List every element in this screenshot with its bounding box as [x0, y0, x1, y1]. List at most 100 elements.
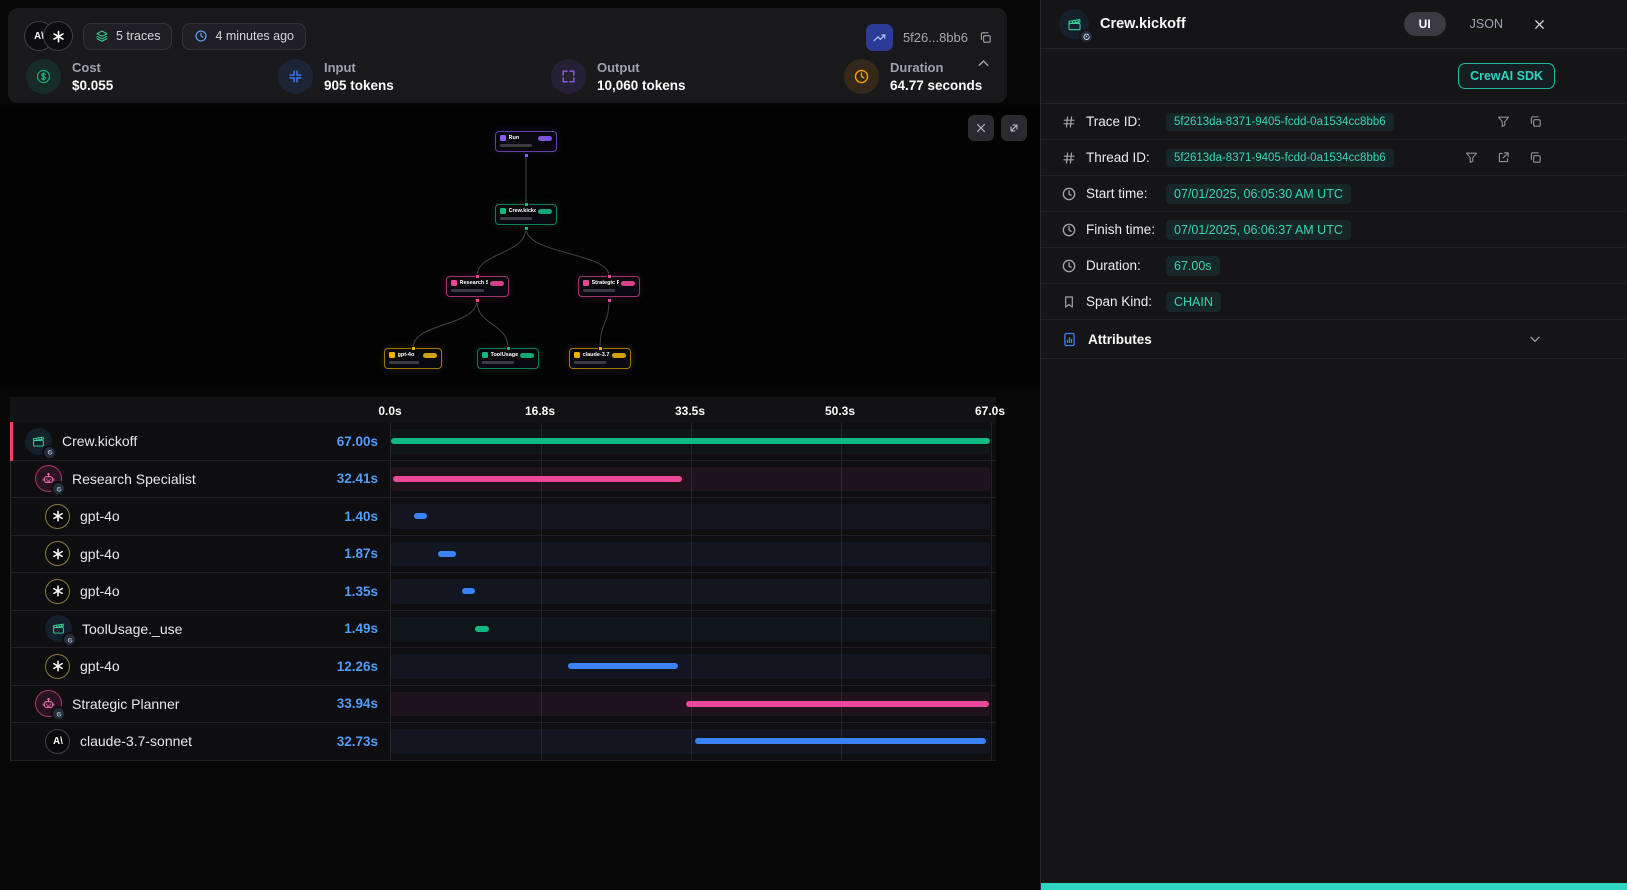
detail-value: 5f2613da-8371-9405-fcdd-0a1534cc8bb6 — [1166, 149, 1394, 167]
graph-node-gpt-4o[interactable]: gpt-4o — [384, 348, 442, 369]
duration-bar — [695, 738, 986, 744]
node-type-icon — [389, 352, 395, 358]
copy-icon[interactable] — [1528, 114, 1543, 129]
table-row[interactable]: gpt-4o1.40s — [11, 498, 996, 536]
node-subtitle — [389, 361, 419, 364]
detail-row-span-kind: Span Kind:CHAIN — [1041, 284, 1627, 320]
close-icon — [974, 121, 988, 135]
span-name: Research Specialist — [72, 471, 327, 487]
row-label-cell: gpt-4o1.87s — [11, 536, 391, 573]
crew-icon — [45, 615, 72, 642]
bar-track — [391, 579, 990, 604]
row-chart-cell — [391, 686, 990, 723]
metric-cost: Cost$0.055 — [26, 59, 113, 94]
metric-value: $0.055 — [72, 78, 113, 93]
table-row[interactable]: A\claude-3.7-sonnet32.73s — [11, 723, 996, 761]
graph-expand-button[interactable] — [1001, 115, 1027, 141]
node-subtitle — [583, 289, 615, 292]
graph-controls — [968, 115, 1027, 141]
node-type-icon — [574, 352, 580, 358]
clock-icon — [1061, 186, 1077, 202]
graph-port — [524, 226, 529, 231]
detail-label: Span Kind: — [1086, 294, 1166, 309]
table-row[interactable]: Strategic Planner33.94s — [11, 686, 996, 724]
graph-node-crew-kickoff[interactable]: Crew.kickoff — [495, 204, 557, 225]
span-duration: 67.00s — [337, 434, 378, 449]
tab-json[interactable]: JSON — [1470, 17, 1503, 31]
chevron-up-icon[interactable] — [975, 55, 992, 72]
graph-node-claude-3-7-sonnet[interactable]: claude-3.7-sonnet — [569, 348, 631, 369]
graph-port — [475, 298, 480, 303]
copy-icon[interactable] — [978, 30, 993, 45]
node-badge — [538, 209, 552, 214]
table-row[interactable]: gpt-4o12.26s — [11, 648, 996, 686]
span-name: Strategic Planner — [72, 696, 327, 712]
axis-tick: 33.5s — [675, 404, 705, 418]
sdk-row: CrewAI SDK — [1041, 49, 1627, 104]
axis-tick: 67.0s — [975, 404, 1005, 418]
detail-value: 07/01/2025, 06:05:30 AM UTC — [1166, 184, 1351, 204]
graph-node-toolusage-use[interactable]: ToolUsage._use — [477, 348, 539, 369]
node-type-icon — [583, 280, 589, 286]
detail-row-duration: Duration:67.00s — [1041, 248, 1627, 284]
panel-bottom-accent — [1041, 883, 1627, 890]
panel-title: Crew.kickoff — [1100, 16, 1393, 32]
detail-label: Duration: — [1086, 258, 1166, 273]
file-chart-icon — [1061, 331, 1078, 348]
detail-row-thread-id: Thread ID:5f2613da-8371-9405-fcdd-0a1534… — [1041, 140, 1627, 176]
attributes-section[interactable]: Attributes — [1041, 320, 1627, 359]
graph-node-run[interactable]: Run — [495, 131, 557, 152]
trace-summary-card: A\ 5 traces 4 minutes ago 5f26...8bb6 Co… — [8, 8, 1007, 103]
row-chart-cell — [391, 461, 990, 498]
clock-icon — [194, 29, 208, 43]
node-type-icon — [482, 352, 488, 358]
metric-label: Output — [597, 60, 686, 75]
span-duration: 1.49s — [344, 621, 378, 636]
close-icon[interactable] — [1532, 17, 1547, 32]
crew-icon — [25, 428, 52, 455]
span-name: ToolUsage._use — [82, 621, 334, 637]
gridline — [991, 423, 992, 761]
row-chart-cell — [391, 573, 990, 610]
clapperboard-icon — [1066, 16, 1083, 33]
layers-icon — [95, 29, 109, 43]
clock-icon — [844, 59, 879, 94]
graph-node-strategic-planner[interactable]: Strategic Planner — [578, 276, 640, 297]
span-duration: 32.41s — [337, 471, 378, 486]
detail-value: CHAIN — [1166, 292, 1221, 312]
agentops-badge-icon — [62, 632, 77, 647]
filter-icon[interactable] — [1496, 114, 1511, 129]
row-label-cell: Strategic Planner33.94s — [11, 686, 391, 723]
trace-id-short: 5f26...8bb6 — [903, 30, 968, 45]
tab-ui[interactable]: UI — [1404, 12, 1446, 36]
node-subtitle — [451, 289, 484, 292]
graph-node-research-speciali-[interactable]: Research Speciali... — [446, 276, 509, 297]
table-row[interactable]: Research Specialist 32.41s — [11, 461, 996, 499]
robot-icon — [35, 465, 62, 492]
external-link-icon[interactable] — [1496, 150, 1511, 165]
table-row[interactable]: gpt-4o1.35s — [11, 573, 996, 611]
table-row[interactable]: ToolUsage._use 1.49s — [11, 611, 996, 649]
span-detail-panel: Crew.kickoff UI JSON CrewAI SDK Trace ID… — [1040, 0, 1627, 890]
metric-value: 10,060 tokens — [597, 78, 686, 93]
node-badge — [490, 281, 504, 286]
bar-track — [391, 542, 990, 567]
robot-icon — [35, 690, 62, 717]
duration-bar — [462, 588, 475, 594]
trending-up-icon — [872, 30, 887, 45]
hash-icon — [1061, 150, 1077, 166]
provider-avatars: A\ — [24, 21, 73, 51]
copy-icon[interactable] — [1528, 150, 1543, 165]
table-row[interactable]: Crew.kickoff67.00s — [11, 423, 996, 461]
metric-value: 905 tokens — [324, 78, 394, 93]
duration-bar — [686, 701, 988, 707]
detail-label: Thread ID: — [1086, 150, 1166, 165]
trace-chart-button[interactable] — [866, 24, 893, 51]
table-row[interactable]: gpt-4o1.87s — [11, 536, 996, 574]
graph-close-button[interactable] — [968, 115, 994, 141]
filter-icon[interactable] — [1464, 150, 1479, 165]
openai-icon — [43, 21, 73, 51]
node-label: Strategic Planner — [592, 280, 619, 286]
detail-value: 07/01/2025, 06:06:37 AM UTC — [1166, 220, 1351, 240]
graph-port — [475, 274, 480, 279]
